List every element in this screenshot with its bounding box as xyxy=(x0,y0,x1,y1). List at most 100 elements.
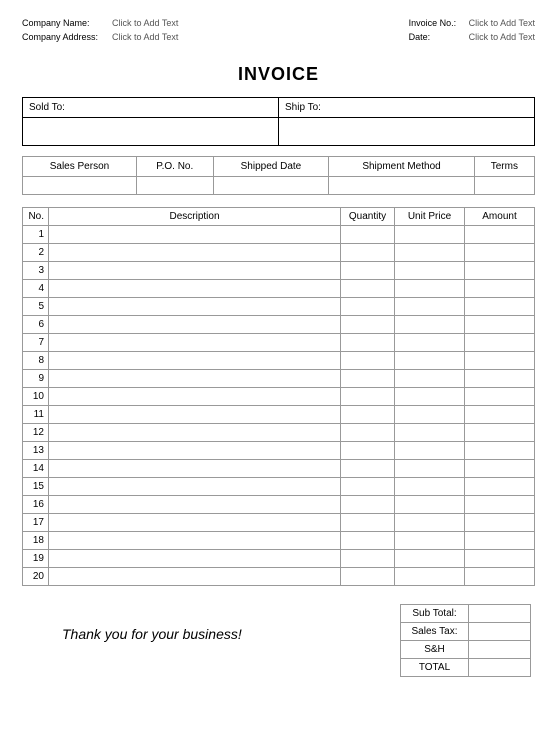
items-table: No. Description Quantity Unit Price Amou… xyxy=(22,207,535,586)
row-description[interactable] xyxy=(49,316,341,334)
sales-tax-value[interactable] xyxy=(469,623,531,641)
row-quantity[interactable] xyxy=(341,280,395,298)
row-description[interactable] xyxy=(49,532,341,550)
ship-to-value[interactable] xyxy=(279,118,535,146)
row-quantity[interactable] xyxy=(341,226,395,244)
row-quantity[interactable] xyxy=(341,460,395,478)
row-quantity[interactable] xyxy=(341,514,395,532)
row-unit-price[interactable] xyxy=(395,262,465,280)
row-description[interactable] xyxy=(49,550,341,568)
row-amount[interactable] xyxy=(465,424,535,442)
row-amount[interactable] xyxy=(465,478,535,496)
row-quantity[interactable] xyxy=(341,352,395,370)
row-description[interactable] xyxy=(49,262,341,280)
row-description[interactable] xyxy=(49,388,341,406)
terms-value[interactable] xyxy=(474,177,534,195)
row-unit-price[interactable] xyxy=(395,496,465,514)
row-quantity[interactable] xyxy=(341,532,395,550)
row-amount[interactable] xyxy=(465,532,535,550)
row-description[interactable] xyxy=(49,478,341,496)
row-unit-price[interactable] xyxy=(395,370,465,388)
invoice-no-value[interactable]: Click to Add Text xyxy=(469,18,535,28)
row-amount[interactable] xyxy=(465,568,535,586)
sh-value[interactable] xyxy=(469,641,531,659)
row-no: 2 xyxy=(23,244,49,262)
row-unit-price[interactable] xyxy=(395,568,465,586)
sold-to-value[interactable] xyxy=(23,118,279,146)
row-unit-price[interactable] xyxy=(395,280,465,298)
row-amount[interactable] xyxy=(465,370,535,388)
row-amount[interactable] xyxy=(465,406,535,424)
row-description[interactable] xyxy=(49,406,341,424)
row-quantity[interactable] xyxy=(341,568,395,586)
row-description[interactable] xyxy=(49,460,341,478)
row-unit-price[interactable] xyxy=(395,352,465,370)
row-amount[interactable] xyxy=(465,352,535,370)
row-unit-price[interactable] xyxy=(395,550,465,568)
row-amount[interactable] xyxy=(465,244,535,262)
row-quantity[interactable] xyxy=(341,406,395,424)
row-quantity[interactable] xyxy=(341,388,395,406)
row-unit-price[interactable] xyxy=(395,442,465,460)
row-amount[interactable] xyxy=(465,496,535,514)
col-description-header: Description xyxy=(49,208,341,226)
company-name-value[interactable]: Click to Add Text xyxy=(112,18,178,28)
sub-total-value[interactable] xyxy=(469,605,531,623)
row-quantity[interactable] xyxy=(341,334,395,352)
row-quantity[interactable] xyxy=(341,478,395,496)
row-description[interactable] xyxy=(49,370,341,388)
row-amount[interactable] xyxy=(465,388,535,406)
date-value[interactable]: Click to Add Text xyxy=(469,32,535,42)
row-unit-price[interactable] xyxy=(395,334,465,352)
row-unit-price[interactable] xyxy=(395,298,465,316)
row-description[interactable] xyxy=(49,568,341,586)
row-amount[interactable] xyxy=(465,226,535,244)
row-amount[interactable] xyxy=(465,442,535,460)
row-quantity[interactable] xyxy=(341,370,395,388)
row-quantity[interactable] xyxy=(341,550,395,568)
row-quantity[interactable] xyxy=(341,442,395,460)
shipped-date-value[interactable] xyxy=(213,177,329,195)
table-row: 16 xyxy=(23,496,535,514)
row-description[interactable] xyxy=(49,496,341,514)
row-amount[interactable] xyxy=(465,298,535,316)
company-address-value[interactable]: Click to Add Text xyxy=(112,32,178,42)
row-amount[interactable] xyxy=(465,514,535,532)
row-description[interactable] xyxy=(49,298,341,316)
row-amount[interactable] xyxy=(465,280,535,298)
total-value[interactable] xyxy=(469,659,531,677)
row-description[interactable] xyxy=(49,244,341,262)
row-description[interactable] xyxy=(49,424,341,442)
po-no-value[interactable] xyxy=(136,177,213,195)
row-unit-price[interactable] xyxy=(395,406,465,424)
row-description[interactable] xyxy=(49,442,341,460)
row-unit-price[interactable] xyxy=(395,244,465,262)
row-quantity[interactable] xyxy=(341,298,395,316)
row-quantity[interactable] xyxy=(341,262,395,280)
row-amount[interactable] xyxy=(465,550,535,568)
row-unit-price[interactable] xyxy=(395,316,465,334)
row-unit-price[interactable] xyxy=(395,478,465,496)
shipment-method-value[interactable] xyxy=(329,177,474,195)
row-amount[interactable] xyxy=(465,316,535,334)
row-unit-price[interactable] xyxy=(395,424,465,442)
row-description[interactable] xyxy=(49,280,341,298)
row-amount[interactable] xyxy=(465,460,535,478)
row-amount[interactable] xyxy=(465,262,535,280)
row-amount[interactable] xyxy=(465,334,535,352)
row-quantity[interactable] xyxy=(341,244,395,262)
row-description[interactable] xyxy=(49,352,341,370)
row-description[interactable] xyxy=(49,226,341,244)
row-quantity[interactable] xyxy=(341,316,395,334)
row-description[interactable] xyxy=(49,334,341,352)
row-unit-price[interactable] xyxy=(395,532,465,550)
row-description[interactable] xyxy=(49,514,341,532)
row-unit-price[interactable] xyxy=(395,460,465,478)
row-unit-price[interactable] xyxy=(395,388,465,406)
sales-person-value[interactable] xyxy=(23,177,137,195)
row-quantity[interactable] xyxy=(341,496,395,514)
row-unit-price[interactable] xyxy=(395,514,465,532)
terms-header: Terms xyxy=(474,157,534,177)
row-quantity[interactable] xyxy=(341,424,395,442)
row-unit-price[interactable] xyxy=(395,226,465,244)
